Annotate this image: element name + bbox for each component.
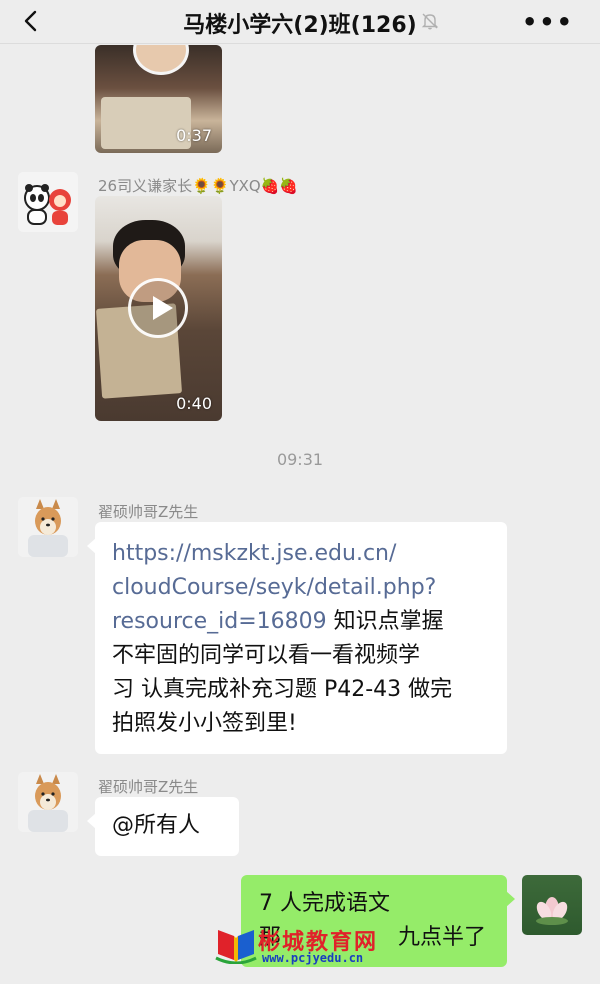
mute-bell-icon [421,13,439,30]
message-text: 7 人完成语文 [259,891,390,916]
sender-name: 翟硕帅哥Z先生 [98,778,199,796]
shiba-dog-icon [28,499,68,557]
panda-mascot-icon [24,184,71,225]
video-message-1[interactable]: 0:37 [95,45,222,153]
watermark-url: www.pcjyedu.cn [262,951,364,965]
message-text: 九点半了 [391,925,487,950]
lotus-flower-icon [536,897,568,925]
chat-title: 马楼小学六(2)班(126) [183,13,417,38]
message-text: 不牢固的同学可以看一看视频学 [112,643,421,668]
video-duration: 0:40 [176,394,212,413]
avatar-dog[interactable] [18,772,78,832]
message-bubble: @所有人 [87,797,239,856]
shiba-dog-icon [28,774,68,832]
message-text: 知识点掌握 [326,609,444,634]
message-text: 拍照发小小签到里! [112,711,297,736]
video-duration: 0:37 [176,126,212,145]
video-message-2[interactable]: 0:40 [95,196,222,421]
play-icon[interactable] [128,278,188,338]
message-bubble: https://mskzkt.jse.edu.cn/ cloudCourse/s… [87,522,507,754]
avatar-dog[interactable] [18,497,78,557]
chat-header: 马楼小学六(2)班(126) ••• [0,0,600,44]
resource-link[interactable]: cloudCourse/seyk/detail.php? [112,575,436,600]
avatar-panda[interactable] [18,172,78,232]
mention-text: @所有人 [112,813,201,838]
resource-link[interactable]: https://mskzkt.jse.edu.cn/ [112,541,396,566]
more-options-button[interactable]: ••• [522,8,574,36]
sender-name: 翟硕帅哥Z先生 [98,503,199,521]
time-separator: 09:31 [276,450,324,469]
resource-link[interactable]: resource_id=16809 [112,609,327,634]
thumbnail-face [133,45,189,75]
watermark: 彬城教育网 www.pcjyedu.cn [214,924,384,968]
message-text: 习 认真完成补充习题 P42-43 做完 [112,677,453,702]
my-avatar-lotus[interactable] [522,875,582,935]
book-logo-icon [215,930,257,965]
sender-name: 26司义谦家长🌻🌻YXQ🍓🍓 [98,177,299,195]
